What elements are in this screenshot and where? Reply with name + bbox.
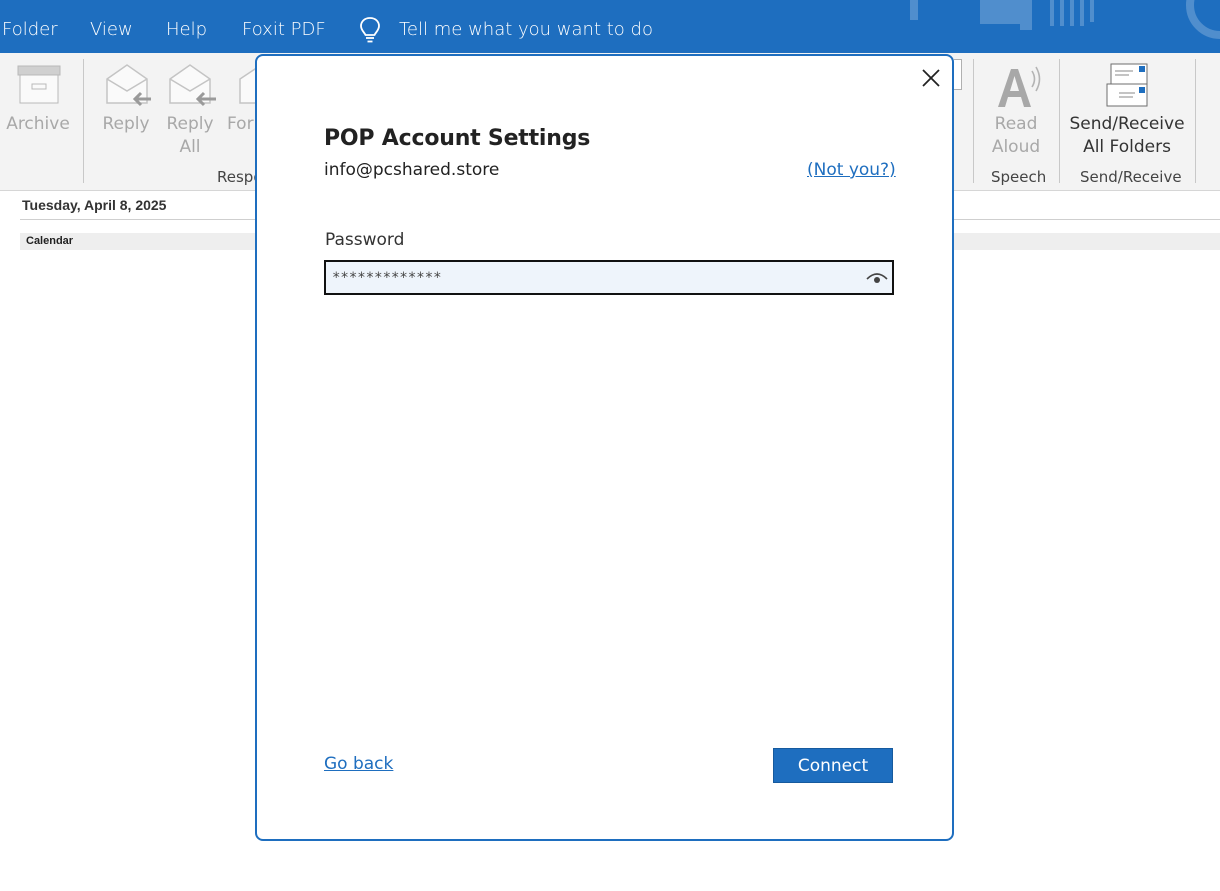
- search-box-edge: [954, 59, 962, 90]
- speech-group-label: Speech: [991, 168, 1047, 186]
- close-icon[interactable]: [919, 66, 943, 90]
- archive-icon: [17, 65, 61, 104]
- password-label: Password: [325, 230, 405, 250]
- reply-icon: [106, 64, 151, 107]
- menu-foxit-pdf[interactable]: Foxit PDF: [242, 0, 326, 53]
- archive-button[interactable]: Archive: [0, 113, 76, 136]
- send-receive-label-line2: All Folders: [1083, 137, 1171, 157]
- account-email: info@pcshared.store: [324, 160, 500, 180]
- reply-all-icon: [169, 64, 216, 107]
- ribbon-separator: [83, 59, 84, 183]
- menu-folder[interactable]: Folder: [2, 0, 58, 53]
- ribbon-separator: [1195, 59, 1196, 183]
- background-decoration: [910, 0, 1220, 39]
- pop-account-settings-dialog: POP Account Settings info@pcshared.store…: [255, 54, 954, 841]
- go-back-link[interactable]: Go back: [324, 754, 393, 774]
- lightbulb-icon: [360, 17, 380, 43]
- read-aloud-button[interactable]: Read Aloud: [982, 113, 1050, 159]
- read-aloud-label-line1: Read: [994, 114, 1038, 134]
- read-aloud-label-line2: Aloud: [991, 137, 1041, 157]
- send-receive-all-folders-button[interactable]: Send/Receive All Folders: [1068, 113, 1186, 159]
- ribbon-separator: [973, 59, 974, 183]
- reply-all-label-line1: Reply: [166, 114, 214, 134]
- not-you-link[interactable]: (Not you?): [807, 160, 896, 180]
- calendar-date-header: Tuesday, April 8, 2025: [22, 197, 167, 213]
- password-input[interactable]: [332, 266, 852, 290]
- send-receive-group-label: Send/Receive: [1080, 168, 1182, 186]
- connect-button[interactable]: Connect: [773, 748, 893, 783]
- forward-label: For: [227, 114, 254, 134]
- menu-view[interactable]: View: [90, 0, 133, 53]
- ribbon-separator: [1059, 59, 1060, 183]
- send-receive-icon: [1106, 63, 1148, 107]
- menu-help[interactable]: Help: [166, 0, 207, 53]
- reply-all-label-line2: All: [179, 137, 201, 157]
- calendar-label: Calendar: [26, 235, 74, 247]
- password-field-container: [324, 260, 894, 295]
- show-password-eye-icon[interactable]: [866, 270, 888, 286]
- reply-all-button[interactable]: Reply All: [160, 113, 220, 159]
- archive-label: Archive: [6, 114, 70, 134]
- menu-bar: Folder View Help Foxit PDF Tell me what …: [0, 0, 1220, 53]
- read-aloud-icon: [998, 66, 1041, 107]
- reply-button[interactable]: Reply: [96, 113, 156, 136]
- tell-me-search[interactable]: Tell me what you want to do: [399, 0, 653, 53]
- dialog-title: POP Account Settings: [324, 126, 591, 151]
- send-receive-label-line1: Send/Receive: [1069, 114, 1185, 134]
- reply-label: Reply: [102, 114, 150, 134]
